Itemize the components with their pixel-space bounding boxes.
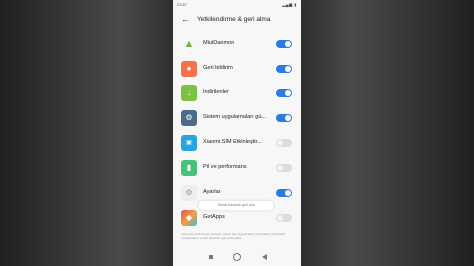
battery-icon: ▮ (181, 160, 197, 176)
settings-icon: ⚙ (181, 185, 197, 201)
list-item-geri-bildirim[interactable]: ● Geri bildirim (173, 57, 301, 81)
toggle-switch[interactable] (276, 139, 292, 147)
gear-icon: ⚙ (181, 110, 197, 126)
item-label: GetApps (203, 214, 225, 220)
getapps-icon: ◆ (181, 210, 197, 226)
list-item-miuidaemon[interactable]: ▲ MiuiDaemon (173, 32, 301, 56)
item-label: Sistem uygulamaları gü... (203, 114, 267, 120)
item-label: MiuiDaemon (203, 40, 235, 46)
back-arrow-icon[interactable]: ← (181, 14, 190, 24)
status-bar: 23:57 ▂▄▆ ▮ (173, 0, 301, 9)
page-title: Yetkilendirme & geri alma (197, 16, 271, 23)
list-item-sistem-uygulamalari[interactable]: ⚙ Sistem uygulamaları gü... (173, 106, 301, 130)
list-item-pil-ve-performans[interactable]: ▮ Pil ve performans (173, 156, 301, 180)
toggle-switch[interactable] (276, 114, 292, 122)
list-item-getapps[interactable]: ◆ GetApps (173, 206, 301, 230)
item-label: Ayarlar (203, 189, 221, 195)
sim-icon: ▣ (181, 135, 197, 151)
toggle-switch[interactable] (276, 214, 292, 222)
background-right (301, 0, 474, 266)
android-icon: ▲ (183, 38, 195, 50)
item-label: İndirilenler (203, 89, 229, 95)
feedback-icon: ● (181, 61, 197, 77)
item-label: Pil ve performans (203, 164, 247, 170)
phone-screen: 23:57 ▂▄▆ ▮ ← Yetkilendirme & geri alma … (173, 0, 301, 266)
list-item-xiaomi-sim[interactable]: ▣ Xiaomi SIM Etkinleştir... (173, 131, 301, 155)
item-label: Xiaomi SIM Etkinleştir... (203, 139, 262, 145)
toggle-switch[interactable] (276, 164, 292, 172)
home-icon[interactable] (233, 253, 241, 261)
footnote-text: Yetki alma izinlerini geri alırsanız, si… (181, 232, 286, 240)
toggle-switch[interactable] (276, 189, 292, 197)
status-time: 23:57 (177, 2, 188, 7)
item-label: Geri bildirim (203, 65, 233, 71)
toggle-switch[interactable] (276, 89, 292, 97)
download-icon: ↓ (181, 85, 197, 101)
status-icons: ▂▄▆ ▮ (282, 2, 297, 7)
toggle-switch[interactable] (276, 40, 292, 48)
navigation-bar (173, 252, 301, 262)
list-item-indirilenler[interactable]: ↓ İndirilenler (173, 81, 301, 105)
back-icon[interactable] (262, 254, 267, 260)
recent-apps-icon[interactable] (209, 255, 213, 259)
background-left (0, 0, 173, 266)
toggle-switch[interactable] (276, 65, 292, 73)
header: ← Yetkilendirme & geri alma (173, 11, 301, 29)
